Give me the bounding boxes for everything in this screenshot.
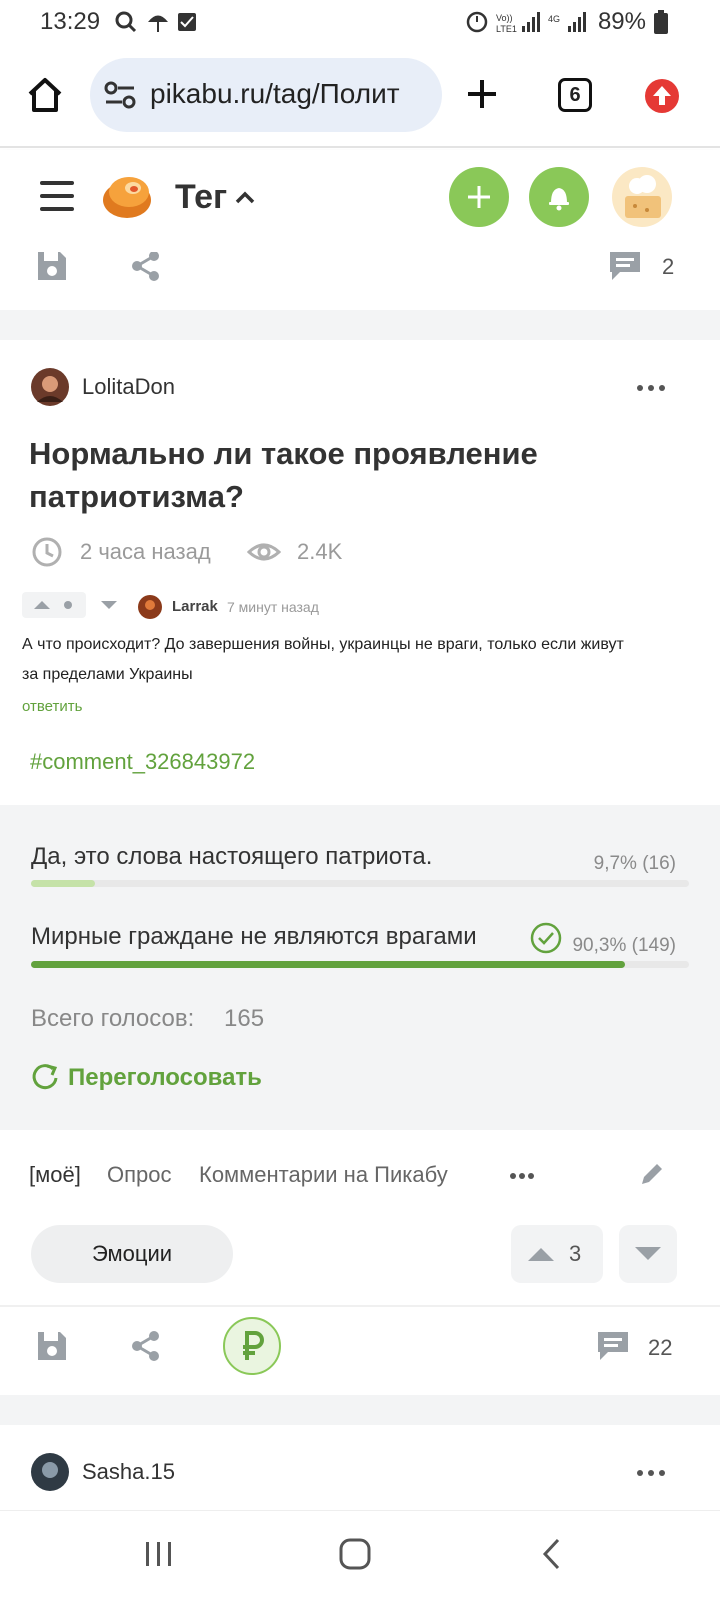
share-icon[interactable] [130, 1330, 162, 1362]
status-time: 13:29 [40, 8, 101, 35]
poll-option-2-bar [31, 961, 689, 968]
comments-count[interactable]: 22 [648, 1335, 672, 1361]
post-title-line-2[interactable]: патриотизма? [29, 475, 538, 518]
bell-icon [549, 188, 569, 211]
author-avatar[interactable] [31, 1453, 69, 1491]
emotions-button[interactable]: Эмоции [31, 1225, 233, 1283]
feed: 2 LolitaDon Нормально ли такое проявлени… [0, 252, 720, 1510]
more-options-icon[interactable] [636, 384, 666, 392]
clock-icon [32, 537, 62, 567]
donate-ruble-icon[interactable] [222, 1316, 282, 1376]
status-signal-icons: Vo)) LTE1 4G [466, 11, 586, 34]
poll-option-1-result: 9,7% (16) [593, 853, 676, 874]
battery-percent: 89% [597, 8, 646, 35]
page-title[interactable]: Тег [175, 178, 227, 217]
downvote-icon [635, 1247, 661, 1260]
author-avatar[interactable] [31, 368, 69, 406]
poll-total-label: Всего голосов: [31, 1005, 195, 1032]
tab-count: 6 [569, 84, 581, 106]
svg-text:LTE1: LTE1 [496, 24, 517, 34]
emotions-label: Эмоции [91, 1241, 173, 1266]
update-icon[interactable] [644, 78, 680, 114]
svg-text:4G: 4G [548, 14, 560, 24]
share-icon[interactable] [130, 252, 162, 282]
upvote-icon [528, 1248, 554, 1261]
tag-my[interactable]: [моё] [29, 1162, 81, 1188]
save-icon[interactable] [36, 1330, 68, 1362]
status-notification-icons [115, 11, 196, 33]
poll: Да, это слова настоящего патриота. 9,7% … [0, 805, 720, 1130]
check-circle-icon [530, 922, 562, 954]
eye-icon [247, 543, 281, 561]
site-settings-icon[interactable] [104, 80, 136, 110]
post-card: LolitaDon Нормально ли такое проявление … [0, 340, 720, 1395]
browser-toolbar: pikabu.ru/tag/Полит 6 [0, 44, 720, 148]
comment-reply-link: ответить [22, 698, 83, 715]
comments-icon[interactable] [596, 1330, 630, 1362]
pikabu-logo[interactable] [100, 168, 154, 222]
comment-vote-icons [34, 601, 72, 609]
poll-option-1-label[interactable]: Да, это слова настоящего патриота. [31, 843, 432, 871]
edit-pencil-icon[interactable] [638, 1160, 666, 1188]
post-title[interactable]: Нормально ли такое проявление патриотизм… [29, 432, 538, 518]
system-navigation-bar [0, 1510, 720, 1600]
downvote-button[interactable] [619, 1225, 677, 1283]
comment-link[interactable]: #comment_326843972 [30, 749, 255, 775]
more-options-icon[interactable] [636, 1469, 666, 1477]
add-post-button[interactable] [449, 167, 509, 227]
prev-post-actions: 2 [0, 252, 720, 310]
comment-text: А что происходит? До завершения войны, у… [22, 630, 702, 690]
comment-author: Larrak [172, 598, 218, 615]
revote-icon[interactable] [31, 1063, 59, 1091]
new-tab-icon[interactable] [466, 78, 498, 110]
post-title-line-1[interactable]: Нормально ли такое проявление [29, 432, 538, 475]
tag-poll[interactable]: Опрос [107, 1162, 172, 1188]
post-rating: 3 [569, 1241, 582, 1266]
next-post-card: Sasha.15 [0, 1425, 720, 1510]
plus-icon [468, 186, 490, 208]
address-bar[interactable]: pikabu.ru/tag/Полит [90, 58, 442, 132]
save-icon[interactable] [36, 252, 68, 282]
poll-option-2-label[interactable]: Мирные граждане не являются врагами [31, 923, 477, 951]
post-time: 2 часа назад [80, 539, 211, 564]
menu-icon[interactable] [40, 180, 74, 212]
url-text[interactable]: pikabu.ru/tag/Полит [150, 78, 432, 110]
status-bar: 13:29 Vo)) LTE1 4G 89% [0, 0, 720, 44]
comment-text-line-2: за пределами Украины [22, 666, 193, 683]
divider [0, 1305, 720, 1307]
poll-option-2-bar-fill [31, 961, 626, 968]
comment-text-line-1: А что происходит? До завершения войны, у… [22, 636, 624, 653]
recent-apps-icon[interactable] [144, 1539, 174, 1569]
upvote-button[interactable]: 3 [511, 1225, 603, 1283]
battery-icon [654, 10, 668, 34]
comments-count[interactable]: 2 [662, 254, 674, 280]
post-author[interactable]: LolitaDon [82, 374, 175, 400]
notifications-button[interactable] [529, 167, 589, 227]
comment-downvote-icon [101, 601, 117, 609]
back-icon[interactable] [540, 1537, 564, 1571]
chevron-up-icon[interactable] [234, 190, 256, 206]
tab-switcher-button[interactable]: 6 [558, 78, 592, 112]
home-nav-icon[interactable] [338, 1537, 372, 1571]
next-post-author[interactable]: Sasha.15 [82, 1459, 175, 1485]
poll-option-2-result: 90,3% (149) [572, 935, 676, 956]
more-tags-icon[interactable] [509, 1172, 535, 1180]
comment-author-avatar [138, 595, 162, 619]
post-views: 2.4K [297, 539, 343, 564]
comment-vote-box [22, 592, 86, 618]
tag-comments[interactable]: Комментарии на Пикабу [199, 1162, 448, 1188]
comment-time: 7 минут назад [227, 599, 319, 615]
svg-text:Vo)): Vo)) [496, 13, 513, 23]
poll-option-1-bar [31, 880, 689, 887]
revote-button[interactable]: Переголосовать [68, 1064, 262, 1092]
comments-icon[interactable] [608, 252, 642, 282]
home-icon[interactable] [26, 76, 64, 114]
site-header: Тег [0, 150, 720, 252]
avatar[interactable] [611, 166, 673, 228]
poll-option-1-bar-fill [31, 880, 95, 887]
poll-total-value: 165 [224, 1005, 265, 1032]
